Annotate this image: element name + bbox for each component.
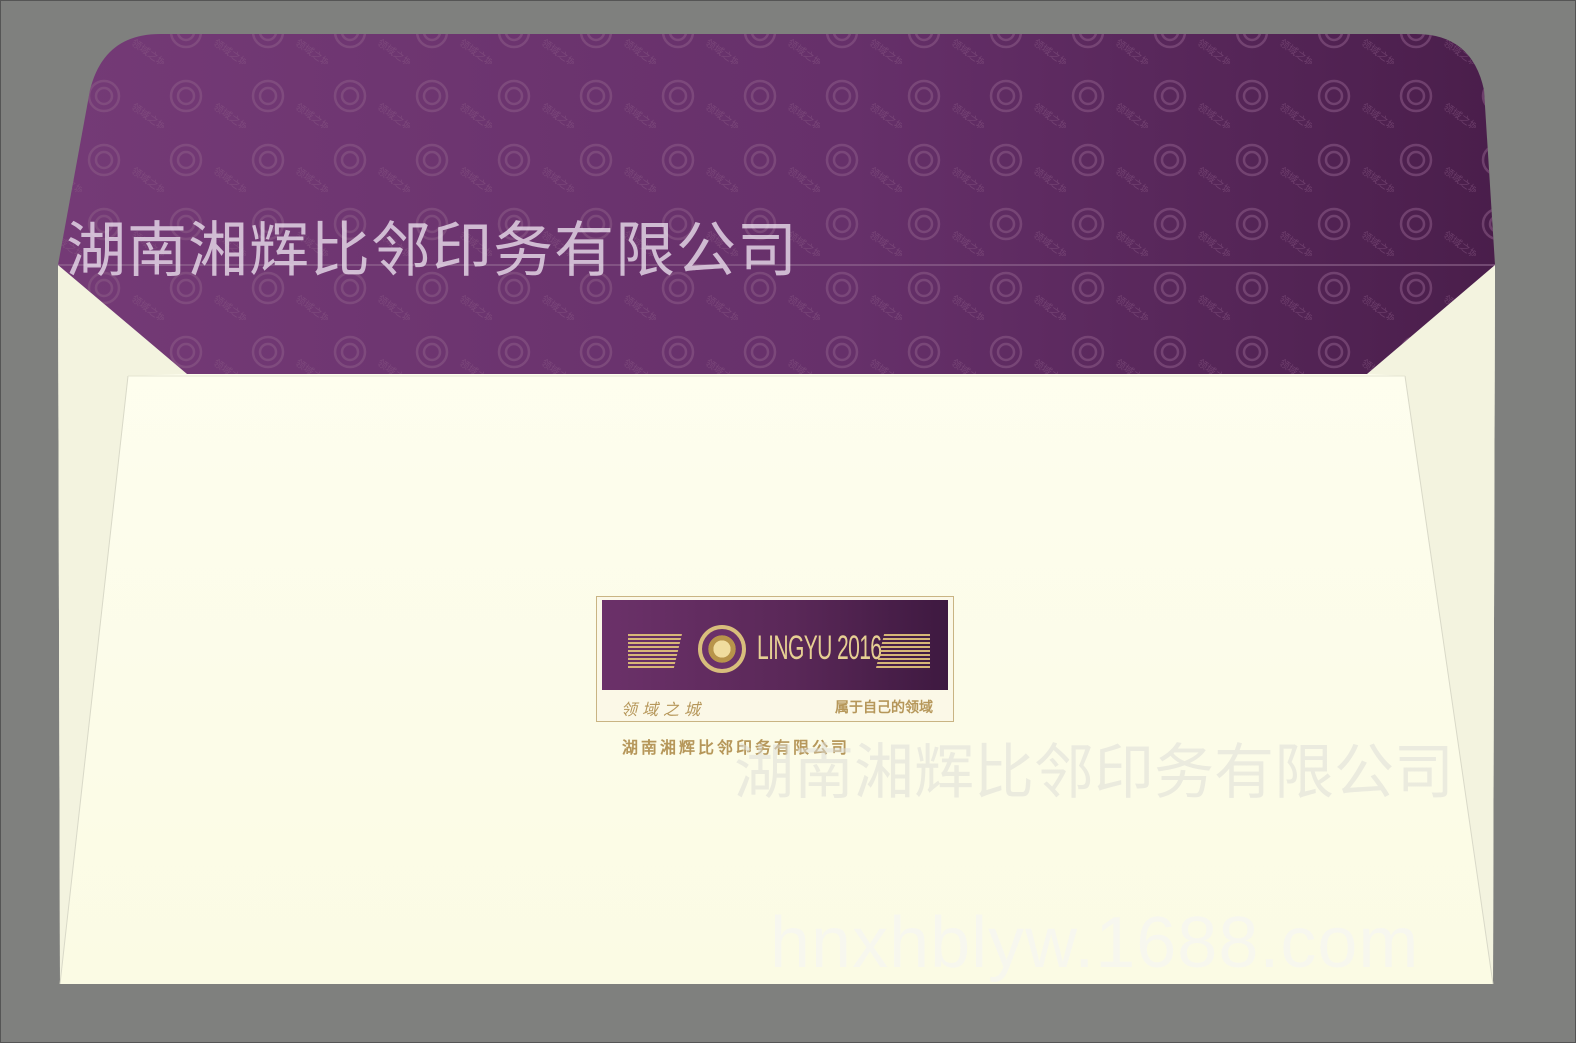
label-left-caption: 领域之城 xyxy=(621,700,706,719)
brand-title: LINGYU 2016 xyxy=(757,629,882,667)
watermark-url: hnxhblyw.1688.com xyxy=(770,903,1420,983)
brand-logo-icon xyxy=(698,625,746,673)
label-right-caption: 属于自己的领域 xyxy=(835,700,933,716)
flap-ring-pattern xyxy=(58,34,1495,374)
envelope-mockup: 领域之城 湖南湘辉比邻印务有限公司 LINGYU 2016 领域之城 属于自己的… xyxy=(0,0,1576,1043)
watermark-flap-text: 湖南湘辉比邻印务有限公司 xyxy=(66,216,798,286)
gold-stripes-left xyxy=(628,634,682,668)
brand-label: LINGYU 2016 领域之城 属于自己的领域 xyxy=(596,596,954,722)
watermark-body-text: 湖南湘辉比邻印务有限公司 xyxy=(734,738,1454,808)
gold-stripes-right xyxy=(876,634,930,668)
brand-band: LINGYU 2016 xyxy=(602,600,948,690)
envelope-graphic: 领域之城 xyxy=(58,34,1495,985)
